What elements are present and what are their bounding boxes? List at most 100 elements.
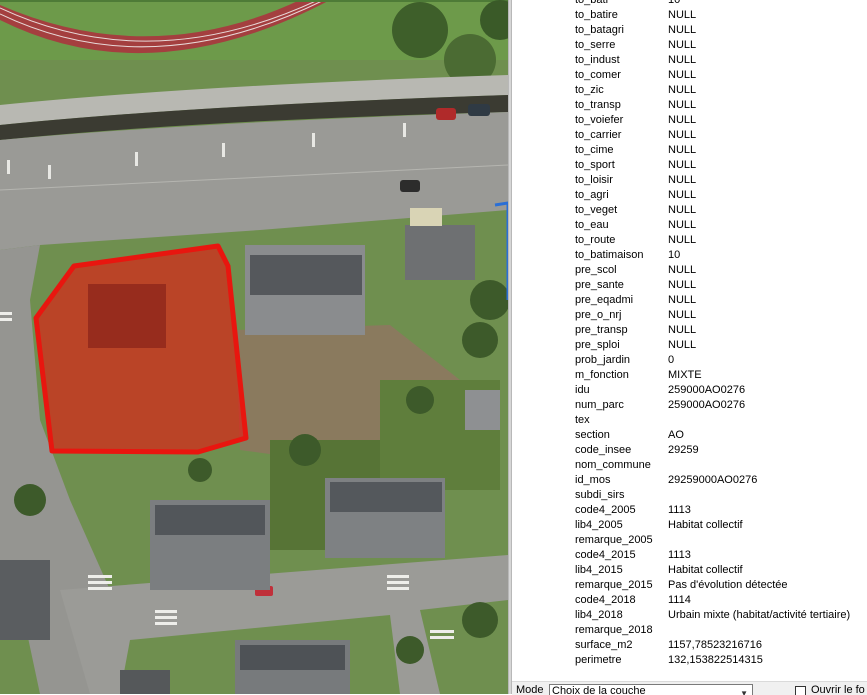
attribute-field-name: idu [575, 384, 590, 396]
attribute-row[interactable]: code4_2005 1113 [512, 503, 867, 518]
attribute-row[interactable]: to_voiefer NULL [512, 113, 867, 128]
attribute-row[interactable]: to_eau NULL [512, 218, 867, 233]
attribute-field-name: to_indust [575, 54, 620, 66]
attribute-row[interactable]: code_insee 29259 [512, 443, 867, 458]
attribute-row[interactable]: pre_sante NULL [512, 278, 867, 293]
attribute-row[interactable]: to_batimaison 10 [512, 248, 867, 263]
attribute-row[interactable]: nom_commune [512, 458, 867, 473]
attribute-row[interactable]: to_comer NULL [512, 68, 867, 83]
attribute-field-name: to_voiefer [575, 114, 624, 126]
attribute-field-value: NULL [668, 174, 697, 186]
mode-select[interactable]: Choix de la couche ▼ [549, 684, 753, 695]
attribute-field-name: code_insee [575, 444, 632, 456]
attribute-field-value: Pas d'évolution détectée [668, 579, 788, 591]
attribute-field-name: code4_2015 [575, 549, 636, 561]
attribute-row[interactable]: pre_eqadmi NULL [512, 293, 867, 308]
attribute-field-name: remarque_2015 [575, 579, 653, 591]
attribute-row[interactable]: to_loisir NULL [512, 173, 867, 188]
attribute-row[interactable]: to_zic NULL [512, 83, 867, 98]
attribute-row[interactable]: section AO [512, 428, 867, 443]
attribute-row[interactable]: to_agri NULL [512, 188, 867, 203]
attribute-field-value: NULL [668, 24, 697, 36]
attribute-row[interactable]: to_serre NULL [512, 38, 867, 53]
attribute-row[interactable]: lib4_2015 Habitat collectif [512, 563, 867, 578]
attribute-row[interactable]: remarque_2005 [512, 533, 867, 548]
attribute-field-name: pre_transp [575, 324, 628, 336]
attribute-row[interactable]: to_indust NULL [512, 53, 867, 68]
attribute-row[interactable]: pre_sploi NULL [512, 338, 867, 353]
attribute-row[interactable]: to_veget NULL [512, 203, 867, 218]
attribute-field-value: Habitat collectif [668, 519, 743, 531]
attribute-field-name: to_serre [575, 39, 616, 51]
attribute-row[interactable]: lib4_2018 Urbain mixte (habitat/activité … [512, 608, 867, 623]
attribute-row[interactable]: to_carrier NULL [512, 128, 867, 143]
attribute-field-name: num_parc [575, 399, 624, 411]
attribute-field-name: id_mos [575, 474, 611, 486]
attribute-field-value: 1113 [668, 504, 691, 516]
identify-results-panel: to_bati 10 to_batire NULL to_batagri NULL to_s… [512, 0, 867, 694]
attribute-row[interactable]: pre_o_nrj NULL [512, 308, 867, 323]
attribute-field-name: to_agri [575, 189, 609, 201]
attribute-field-value: NULL [668, 39, 697, 51]
attribute-row[interactable]: to_route NULL [512, 233, 867, 248]
attribute-field-value: NULL [668, 189, 697, 201]
attribute-row[interactable]: pre_transp NULL [512, 323, 867, 338]
attribute-field-name: pre_sante [575, 279, 624, 291]
attribute-row[interactable]: pre_scol NULL [512, 263, 867, 278]
attribute-field-value: NULL [668, 99, 697, 111]
attribute-field-value: NULL [668, 234, 697, 246]
attribute-field-value: 10 [668, 0, 681, 6]
attribute-row[interactable]: lib4_2005 Habitat collectif [512, 518, 867, 533]
attribute-field-value: NULL [668, 84, 697, 96]
attribute-row[interactable]: remarque_2015 Pas d'évolution détectée [512, 578, 867, 593]
attribute-field-name: lib4_2018 [575, 609, 623, 621]
attribute-row[interactable]: id_mos 29259000AO0276 [512, 473, 867, 488]
attribute-row[interactable]: to_batire NULL [512, 8, 867, 23]
map-canvas[interactable] [0, 0, 508, 694]
attribute-row[interactable]: code4_2015 1113 [512, 548, 867, 563]
attribute-row[interactable]: to_batagri NULL [512, 23, 867, 38]
attribute-field-value: 29259000AO0276 [668, 474, 758, 486]
attribute-field-value: 132,153822514315 [668, 654, 763, 666]
attribute-row[interactable]: perimetre 132,153822514315 [512, 653, 867, 668]
attribute-row[interactable]: to_cime NULL [512, 143, 867, 158]
attribute-field-name: pre_o_nrj [575, 309, 622, 321]
attribute-row[interactable]: remarque_2018 [512, 623, 867, 638]
attribute-row[interactable]: to_transp NULL [512, 98, 867, 113]
attribute-field-name: m_fonction [575, 369, 629, 381]
attribute-field-name: to_route [575, 234, 616, 246]
attribute-row[interactable]: to_sport NULL [512, 158, 867, 173]
attribute-field-value: NULL [668, 159, 697, 171]
attribute-row[interactable]: prob_jardin 0 [512, 353, 867, 368]
attribute-field-name: lib4_2015 [575, 564, 623, 576]
parked-car [468, 104, 490, 116]
selected-parcel-highlight[interactable] [33, 243, 249, 455]
attribute-row[interactable]: num_parc 259000AO0276 [512, 398, 867, 413]
attribute-field-name: to_carrier [575, 129, 622, 141]
attribute-field-value: NULL [668, 69, 697, 81]
parked-car [436, 108, 456, 120]
attribute-field-name: remarque_2005 [575, 534, 653, 546]
attribute-row[interactable]: surface_m2 1157,78523216716 [512, 638, 867, 653]
attribute-field-name: subdi_sirs [575, 489, 625, 501]
attribute-table: to_bati 10 to_batire NULL to_batagri NULL to_s… [512, 0, 867, 668]
parcel-building [88, 284, 166, 348]
attribute-row[interactable]: subdi_sirs [512, 488, 867, 503]
attribute-row[interactable]: idu 259000AO0276 [512, 383, 867, 398]
attribute-field-value: NULL [668, 324, 697, 336]
attribute-field-name: tex [575, 414, 590, 426]
attribute-field-name: to_veget [575, 204, 618, 216]
attribute-field-value: 259000AO0276 [668, 399, 746, 411]
parked-car [400, 180, 420, 192]
attribute-row[interactable]: code4_2018 1114 [512, 593, 867, 608]
attribute-field-name: to_eau [575, 219, 609, 231]
attribute-field-name: pre_sploi [575, 339, 620, 351]
attribute-field-name: to_batimaison [575, 249, 644, 261]
attribute-field-name: to_loisir [575, 174, 613, 186]
attribute-field-name: code4_2005 [575, 504, 636, 516]
attribute-row[interactable]: m_fonction MIXTE [512, 368, 867, 383]
attribute-field-name: to_cime [575, 144, 614, 156]
attribute-field-name: to_sport [575, 159, 615, 171]
attribute-row[interactable]: tex [512, 413, 867, 428]
attribute-row[interactable]: to_bati 10 [512, 0, 867, 8]
